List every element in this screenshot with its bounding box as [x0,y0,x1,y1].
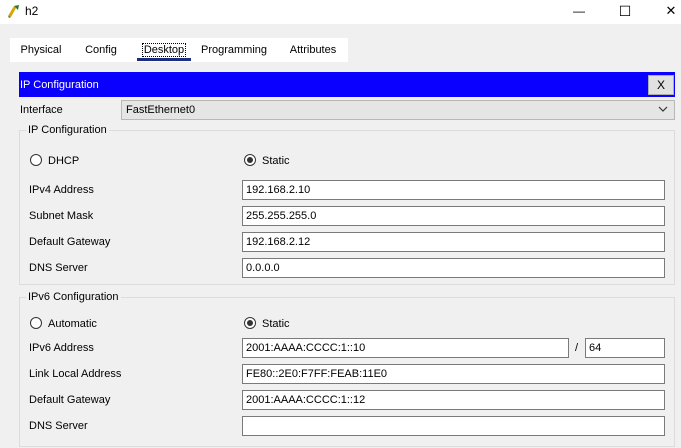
ipv6-dns-field[interactable] [242,416,665,436]
ipv6-static-label: Static [262,318,290,330]
link-local-field[interactable]: FE80::2E0:F7FF:FEAB:11E0 [242,364,665,384]
maximize-button[interactable]: ☐ [602,0,648,22]
tab-label: Programming [200,44,268,56]
ipv4-dns-field[interactable]: 0.0.0.0 [242,258,665,278]
selected-tab-indicator [137,58,191,61]
close-dialog-button[interactable]: X [648,75,674,95]
tab-desktop[interactable]: Desktop [136,40,192,60]
dhcp-radio[interactable] [30,154,42,166]
tab-label: Config [85,44,117,56]
ipv4-address-field[interactable]: 192.168.2.10 [242,180,665,200]
dialog-title: IP Configuration [20,79,99,91]
tab-config[interactable]: Config [78,40,124,60]
app-icon [6,3,22,19]
tab-label: Physical [20,44,62,56]
subnet-mask-label: Subnet Mask [29,210,94,222]
window-title: h2 [25,4,39,18]
close-icon: ✕ [665,3,677,18]
dialog-header [19,72,675,97]
tab-programming[interactable]: Programming [198,40,270,60]
ipv6-gateway-field[interactable]: 2001:AAAA:CCCC:1::12 [242,390,665,410]
tab-physical[interactable]: Physical [12,40,70,60]
ipv4-static-radio[interactable] [244,154,256,166]
ipv6-automatic-label: Automatic [48,318,97,330]
dhcp-label: DHCP [48,155,80,167]
minimize-button[interactable]: — [556,0,602,22]
close-dialog-label: X [656,78,665,92]
tab-attributes[interactable]: Attributes [283,40,343,60]
ipv6-static-radio[interactable] [244,317,256,329]
ipv6-gateway-label: Default Gateway [29,394,111,406]
ipv6-address-label: IPv6 Address [29,342,94,354]
ipv4-dns-label: DNS Server [29,262,88,274]
ipv6-automatic-radio[interactable] [30,317,42,329]
subnet-mask-field[interactable]: 255.255.255.0 [242,206,665,226]
ipv4-gateway-label: Default Gateway [29,236,111,248]
interface-select[interactable] [121,100,675,120]
ipv6-prefix-field[interactable]: 64 [585,338,665,358]
ipv4-gateway-field[interactable]: 192.168.2.12 [242,232,665,252]
minimize-icon: — [573,4,585,18]
ipv6-group-title: IPv6 Configuration [26,291,121,303]
ipv6-address-field[interactable]: 2001:AAAA:CCCC:1::10 [242,338,569,358]
tab-label: Desktop [141,43,187,57]
ipv6-dns-label: DNS Server [29,420,88,432]
chevron-down-icon [658,104,668,116]
interface-value: FastEthernet0 [126,104,196,116]
close-window-button[interactable]: ✕ [648,0,681,22]
maximize-icon: ☐ [618,2,632,19]
link-local-label: Link Local Address [29,368,122,380]
ipv4-address-label: IPv4 Address [29,184,94,196]
ipv4-group-title: IP Configuration [26,124,109,136]
tab-label: Attributes [289,44,337,56]
prefix-separator: / [575,342,579,354]
ipv4-static-label: Static [262,155,290,167]
interface-label: Interface [20,104,63,116]
